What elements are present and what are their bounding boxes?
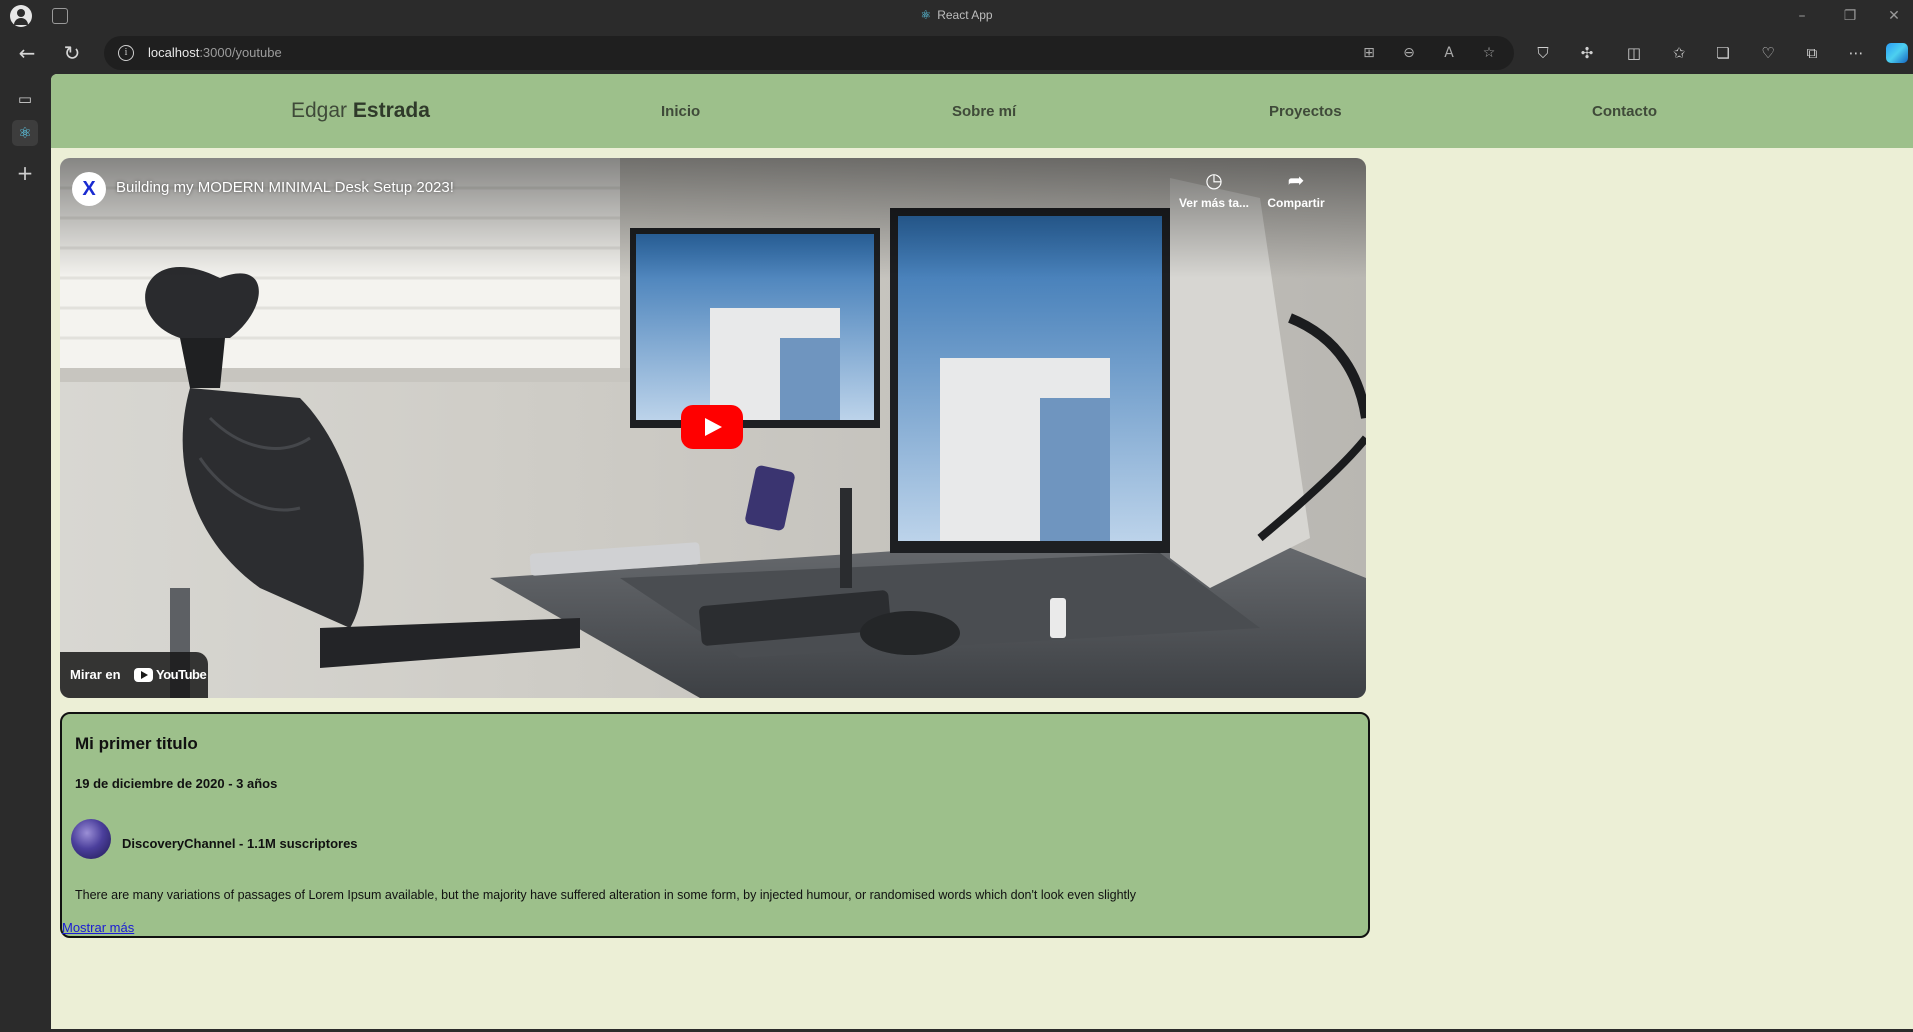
channel-name[interactable]: DiscoveryChannel - 1.1M suscriptores xyxy=(122,836,358,851)
address-bar[interactable]: i localhost:3000/youtube ⊞ ⊖ A ☆ xyxy=(104,36,1514,70)
watch-on-youtube-button[interactable]: Mirar en YouTube xyxy=(60,652,208,698)
react-icon: ⚛ xyxy=(920,8,932,22)
tab-actions-icon[interactable]: ▭ xyxy=(12,86,38,112)
tab-react-app[interactable]: ⚛ xyxy=(12,120,38,146)
app-available-icon[interactable]: ⊞ xyxy=(1360,44,1378,62)
channel-avatar[interactable] xyxy=(71,819,111,859)
browser-essentials-icon[interactable]: ♡ xyxy=(1757,42,1779,64)
browser-toolbar: ← ↻ i localhost:3000/youtube ⊞ ⊖ A ☆ ⛉ ✣… xyxy=(0,32,1913,74)
clock-icon: ◷ xyxy=(1205,170,1223,192)
collections-icon[interactable]: ❏ xyxy=(1712,42,1734,64)
share-label: Compartir xyxy=(1267,196,1325,210)
new-tab-plus-icon[interactable]: + xyxy=(12,160,38,186)
share-icon[interactable]: ⧉ xyxy=(1801,42,1823,64)
vertical-tab-strip: ▭ ⚛ + xyxy=(0,74,51,1032)
split-screen-icon[interactable]: ◫ xyxy=(1623,42,1645,64)
card-description: There are many variations of passages of… xyxy=(75,888,1137,902)
site-info-icon[interactable]: i xyxy=(118,45,134,61)
read-aloud-icon[interactable]: A xyxy=(1440,44,1458,62)
video-info-card: Mi primer titulo 19 de diciembre de 2020… xyxy=(60,712,1370,938)
youtube-embed[interactable]: X Building my MODERN MINIMAL Desk Setup … xyxy=(60,158,1366,698)
page-viewport: Edgar Estrada Inicio Sobre mí Proyectos … xyxy=(51,74,1913,1029)
zoom-out-icon[interactable]: ⊖ xyxy=(1400,44,1418,62)
video-title[interactable]: Building my MODERN MINIMAL Desk Setup 20… xyxy=(116,179,454,196)
window-title-text: React App xyxy=(937,8,993,22)
play-button-icon[interactable] xyxy=(681,405,743,449)
back-arrow-icon[interactable]: ← xyxy=(14,40,40,66)
extensions-puzzle-icon[interactable]: ✣ xyxy=(1576,42,1598,64)
share-button[interactable]: ➦ Compartir xyxy=(1256,168,1336,210)
watch-later-label: Ver más ta... xyxy=(1178,196,1250,210)
channel-logo[interactable]: X xyxy=(72,172,106,206)
copilot-icon[interactable] xyxy=(1886,43,1908,63)
window-title: ⚛ React App xyxy=(0,8,1913,22)
nav-contacto[interactable]: Contacto xyxy=(1592,103,1657,120)
share-arrow-icon: ➦ xyxy=(1287,170,1305,192)
brand-first-name: Edgar xyxy=(291,99,348,122)
brand-last-name: Estrada xyxy=(352,99,430,122)
close-window-button[interactable]: ✕ xyxy=(1884,6,1904,26)
card-date: 19 de diciembre de 2020 - 3 años xyxy=(75,776,278,791)
favorites-list-icon[interactable]: ✩ xyxy=(1668,42,1690,64)
favorite-star-icon[interactable]: ☆ xyxy=(1480,44,1498,62)
brand-logo[interactable]: Edgar Estrada xyxy=(291,99,430,123)
more-menu-icon[interactable]: ⋯ xyxy=(1845,42,1867,64)
nav-proyectos[interactable]: Proyectos xyxy=(1269,103,1342,120)
youtube-wordmark: YouTube xyxy=(156,667,207,682)
nav-inicio[interactable]: Inicio xyxy=(661,103,700,120)
shield-extension-icon[interactable]: ⛉ xyxy=(1532,42,1554,64)
show-more-link[interactable]: Mostrar más xyxy=(62,920,134,935)
browser-titlebar: ⚛ React App – ❐ ✕ xyxy=(0,0,1913,32)
url-text[interactable]: localhost:3000/youtube xyxy=(148,45,282,60)
url-host: localhost xyxy=(148,45,200,60)
restore-button[interactable]: ❐ xyxy=(1840,6,1860,26)
minimize-button[interactable]: – xyxy=(1792,6,1812,26)
watch-later-button[interactable]: ◷ Ver más ta... xyxy=(1174,168,1254,210)
video-top-shade xyxy=(60,158,1366,278)
site-navbar: Edgar Estrada Inicio Sobre mí Proyectos … xyxy=(51,74,1913,148)
refresh-icon[interactable]: ↻ xyxy=(59,40,85,66)
url-path: :3000/youtube xyxy=(199,45,282,60)
card-title: Mi primer titulo xyxy=(75,734,198,753)
nav-sobre-mi[interactable]: Sobre mí xyxy=(952,103,1016,120)
watch-on-label: Mirar en xyxy=(70,667,121,682)
